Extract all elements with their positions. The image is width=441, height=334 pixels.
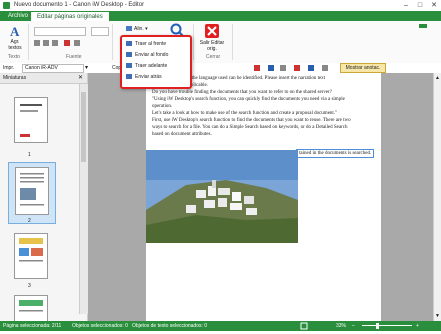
thumbnail-page-2	[15, 167, 49, 215]
thumbnail-page-4[interactable]	[14, 295, 48, 323]
show-annotations-button[interactable]: Mostrar anotac.	[340, 63, 386, 73]
doc-line: based on document attributes.	[152, 132, 212, 137]
menu-item-label: Enviar atrás	[135, 74, 162, 80]
edit-tools-bar	[252, 64, 342, 72]
zoom-level: 33%	[336, 323, 347, 329]
add-text-button[interactable]: Agr. textos	[5, 39, 25, 51]
sidebar-header: Miniaturas ✕	[0, 73, 87, 84]
thumbnail-page-1[interactable]	[14, 97, 48, 143]
ribbon-separator	[232, 24, 233, 60]
menu-item-send-to-back[interactable]: Enviar al fondo	[126, 51, 168, 60]
selected-text-box[interactable]: tained in the documents is searched.	[296, 149, 375, 158]
thumbnail-label: 1	[28, 152, 31, 158]
ribbon: A Agr. textos Texto Fuente Alin. ▾ Salir…	[0, 21, 441, 64]
align-dropdown[interactable]: Alin. ▾	[126, 26, 148, 32]
group-label-close: Cerrar	[206, 54, 221, 60]
menu-item-label: Traer al frente	[135, 41, 167, 47]
zoom-out-icon[interactable]: –	[352, 321, 355, 331]
minimize-button[interactable]: –	[399, 0, 413, 11]
menu-bar: Archivo Editar páginas originales	[0, 11, 441, 22]
zoom-slider[interactable]	[362, 325, 412, 326]
zoom-slider-thumb[interactable]	[376, 323, 379, 329]
menu-item-send-backward[interactable]: Enviar atrás	[126, 73, 162, 82]
menu-item-label: Traer adelante	[135, 63, 168, 69]
exit-edit-icon[interactable]	[205, 24, 219, 38]
maximize-button[interactable]: □	[413, 0, 427, 11]
group-label-text: Texto	[8, 54, 20, 60]
sidebar-scroll-thumb[interactable]	[81, 92, 86, 162]
align-icon	[126, 26, 132, 32]
status-page-selected: Página seleccionada: 2/11	[3, 323, 62, 329]
zoom-in-icon[interactable]: +	[416, 321, 419, 331]
arrange-dropdown-menu: Traer al frente Enviar al fondo Traer ad…	[120, 35, 192, 89]
align-label: Alin.	[134, 26, 144, 32]
town-photo[interactable]	[146, 150, 298, 243]
menu-item-label: Enviar al fondo	[135, 52, 169, 58]
doc-line: "Using iW Desktop's search function, you…	[152, 97, 345, 102]
font-name-field[interactable]	[34, 27, 86, 36]
bring-to-front-icon	[126, 41, 132, 47]
scroll-down-icon[interactable]: ▼	[435, 313, 440, 319]
document-page[interactable]: n screen. However, the language used can…	[146, 73, 381, 321]
close-window-button[interactable]: ✕	[427, 0, 441, 11]
status-bar: Página seleccionada: 2/11 Objetos selecc…	[0, 321, 441, 331]
vertical-scrollbar[interactable]: ▲ ▼	[433, 73, 441, 321]
printer-select[interactable]: Canon iR-ADV	[22, 64, 84, 73]
window-title: Nuevo documento 1 - Canon iW Desktop - E…	[14, 2, 145, 8]
doc-line: ways to search for a file. You can do a …	[152, 125, 348, 130]
thumbnail-sidebar: Miniaturas ✕ 1 2 3	[0, 73, 88, 323]
printer-dropdown-icon[interactable]: ▾	[85, 64, 93, 72]
status-text-objects: Objetos de texto seleccionados: 0	[132, 323, 208, 329]
doc-line: Do you have trouble finding the document…	[152, 90, 332, 95]
thumbnail-page-2-selected[interactable]	[8, 162, 56, 224]
app-icon	[3, 2, 10, 9]
group-label-font: Fuente	[66, 54, 82, 60]
printer-label: Impr.	[3, 65, 15, 71]
scroll-up-icon[interactable]: ▲	[435, 75, 440, 81]
exit-edit-button[interactable]: Salir Editar orig.	[198, 40, 226, 52]
ribbon-separator	[193, 24, 194, 60]
ribbon-collapse-icon[interactable]	[418, 23, 428, 29]
add-text-icon[interactable]: A	[8, 24, 22, 39]
sidebar-title: Miniaturas	[3, 75, 27, 81]
thumbnail-label: 2	[28, 218, 31, 224]
doc-line: Let's take a look at how to make use of …	[152, 111, 338, 116]
ribbon-separator	[112, 24, 113, 60]
doc-line: First, use iW Desktop's search function …	[152, 118, 351, 123]
ribbon-separator	[28, 24, 29, 60]
sidebar-close-icon[interactable]: ✕	[78, 74, 83, 81]
bring-forward-icon	[126, 63, 132, 69]
doc-line: operation.	[152, 104, 173, 109]
sidebar-scrollbar[interactable]	[79, 84, 88, 314]
send-backward-icon	[126, 74, 132, 80]
send-to-back-icon	[126, 52, 132, 58]
status-objects-selected: Objetos seleccionados: 0	[72, 323, 128, 329]
menu-item-bring-forward[interactable]: Traer adelante	[126, 62, 167, 71]
thumbnail-label: 3	[28, 283, 31, 289]
font-style-buttons	[34, 39, 94, 47]
font-size-field[interactable]	[91, 27, 109, 36]
thumbnail-page-3[interactable]	[14, 233, 48, 279]
view-icon[interactable]	[300, 322, 308, 330]
svg-text:A: A	[10, 24, 20, 38]
menu-item-bring-to-front[interactable]: Traer al frente	[126, 40, 166, 49]
document-canvas: n screen. However, the language used can…	[88, 73, 433, 321]
